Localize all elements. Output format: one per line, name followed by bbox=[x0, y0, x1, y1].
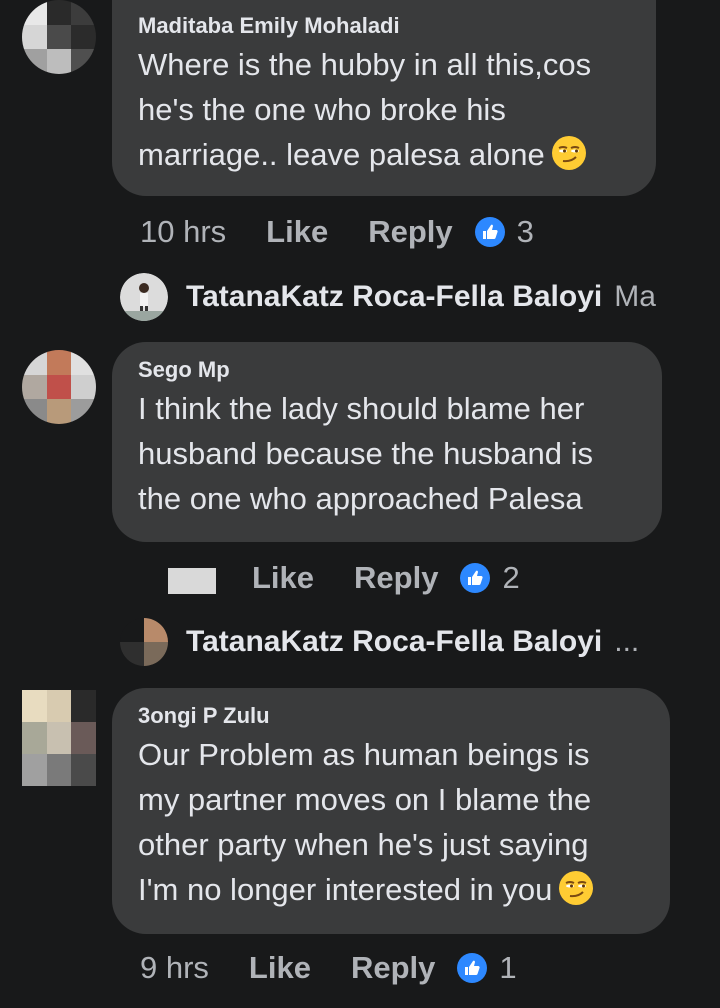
like-button[interactable]: Like bbox=[252, 560, 314, 596]
comment-text: Our Problem as human beings is my partne… bbox=[138, 732, 644, 912]
reply-author[interactable]: TatanaKatz Roca-Fella Baloyi bbox=[186, 280, 602, 314]
smirk-face-icon bbox=[551, 136, 586, 170]
reaction-count[interactable]: 1 bbox=[499, 950, 516, 986]
comment-timestamp[interactable]: 9 hrs bbox=[140, 950, 209, 986]
like-reaction-icon[interactable] bbox=[457, 953, 488, 983]
view-reply-row[interactable]: TatanaKatz Roca-Fella Baloyi ... bbox=[120, 618, 639, 666]
comment-thread: Maditaba Emily Mohaladi Where is the hub… bbox=[0, 0, 720, 1008]
reaction-count[interactable]: 3 bbox=[517, 214, 534, 250]
comment-bubble[interactable]: Sego Mp I think the lady should blame he… bbox=[112, 342, 662, 542]
commenter-avatar[interactable] bbox=[22, 690, 96, 786]
commenter-avatar[interactable] bbox=[22, 350, 96, 424]
reply-avatar bbox=[120, 273, 168, 321]
reply-author[interactable]: TatanaKatz Roca-Fella Baloyi bbox=[186, 625, 602, 659]
comment-text: I think the lady should blame her husban… bbox=[138, 391, 594, 516]
reaction-count[interactable]: 2 bbox=[502, 560, 519, 596]
comment-author[interactable]: 3ongi P Zulu bbox=[138, 702, 644, 730]
reply-snippet: Ma bbox=[614, 280, 656, 313]
commenter-avatar[interactable] bbox=[22, 0, 96, 74]
comment-timestamp[interactable]: 10 hrs bbox=[140, 214, 226, 250]
like-reaction-icon[interactable] bbox=[460, 563, 491, 593]
reply-button[interactable]: Reply bbox=[354, 560, 438, 596]
comment-author[interactable]: Maditaba Emily Mohaladi bbox=[138, 12, 630, 40]
like-button[interactable]: Like bbox=[266, 214, 328, 250]
comment-actions: 10 hrs Like Reply 3 bbox=[140, 212, 534, 252]
smirk-face-icon bbox=[559, 871, 594, 905]
reply-avatar bbox=[120, 618, 168, 666]
reply-button[interactable]: Reply bbox=[351, 950, 435, 986]
like-reaction-icon[interactable] bbox=[474, 217, 505, 247]
comment-text: Where is the hubby in all this,cos he's … bbox=[138, 47, 592, 172]
comment-bubble[interactable]: Maditaba Emily Mohaladi Where is the hub… bbox=[112, 0, 656, 196]
pixelated-timestamp bbox=[168, 568, 216, 594]
view-reply-row[interactable]: TatanaKatz Roca-Fella Baloyi Ma bbox=[120, 273, 656, 321]
comment-author[interactable]: Sego Mp bbox=[138, 356, 636, 384]
comment-actions: 9 hrs Like Reply 1 bbox=[140, 948, 517, 988]
reply-snippet: ... bbox=[614, 625, 640, 658]
reply-button[interactable]: Reply bbox=[368, 214, 452, 250]
like-button[interactable]: Like bbox=[249, 950, 311, 986]
comment-bubble[interactable]: 3ongi P Zulu Our Problem as human beings… bbox=[112, 688, 670, 934]
